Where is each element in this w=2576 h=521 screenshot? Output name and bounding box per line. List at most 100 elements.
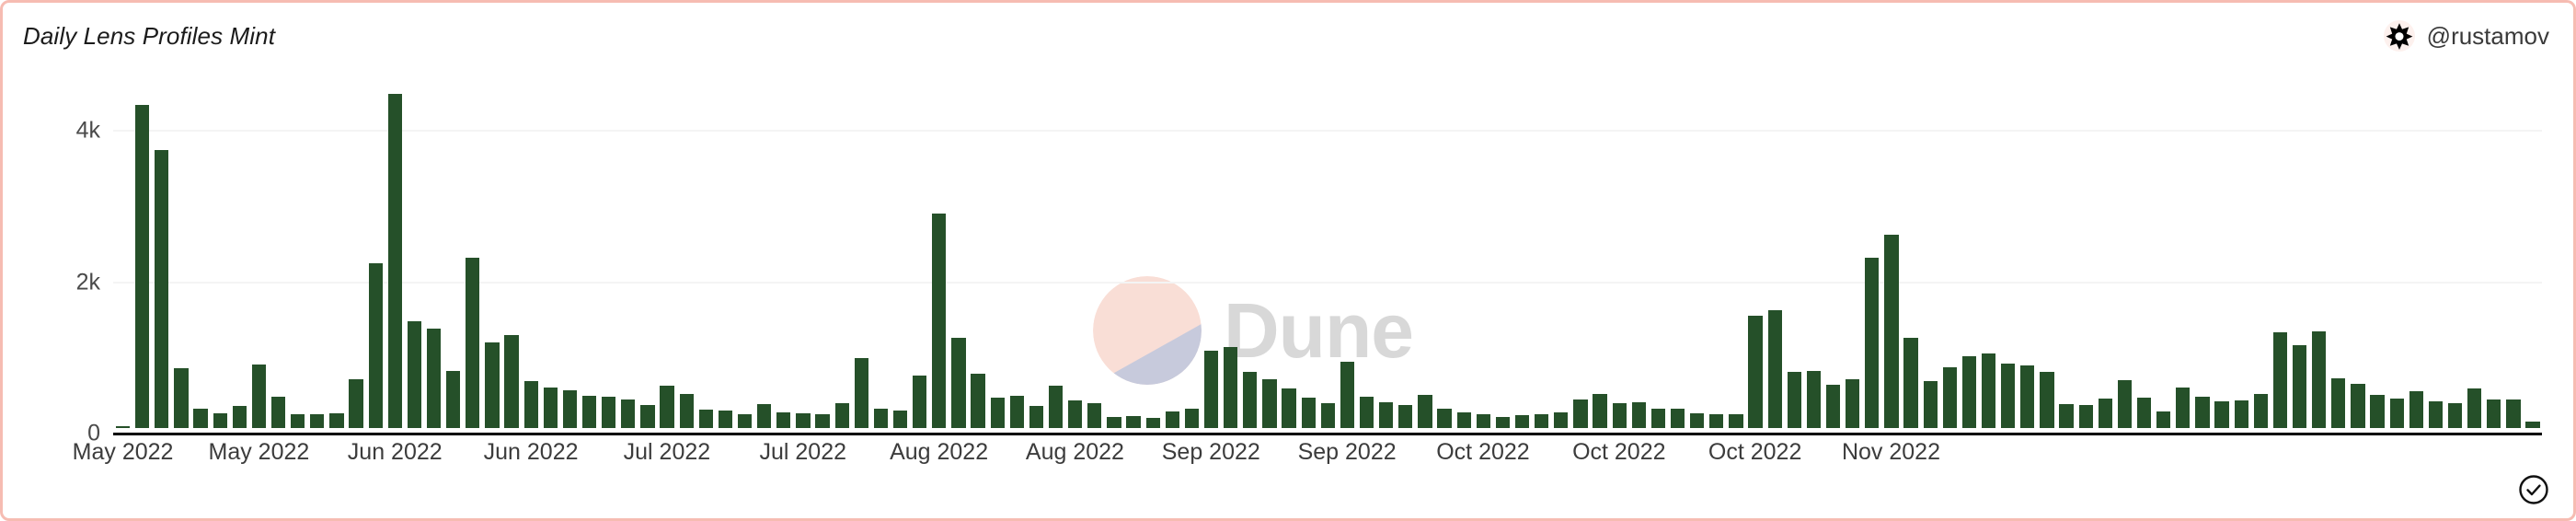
bar-slot[interactable] bbox=[1357, 80, 1376, 428]
bar-slot[interactable] bbox=[2309, 80, 2329, 428]
bar[interactable] bbox=[193, 409, 208, 428]
bar[interactable] bbox=[1942, 367, 1957, 428]
bar[interactable] bbox=[1359, 396, 1374, 428]
bar[interactable] bbox=[932, 214, 947, 428]
bar[interactable] bbox=[368, 262, 383, 428]
bar[interactable] bbox=[1670, 408, 1685, 428]
bar-slot[interactable] bbox=[2251, 80, 2271, 428]
bar[interactable] bbox=[1301, 398, 1316, 428]
bar[interactable] bbox=[2214, 401, 2229, 428]
check-circle-icon[interactable] bbox=[2518, 474, 2549, 505]
bar-slot[interactable] bbox=[1259, 80, 1279, 428]
bar[interactable] bbox=[1903, 338, 1918, 428]
bar-slot[interactable] bbox=[1512, 80, 1532, 428]
bar[interactable] bbox=[737, 414, 753, 428]
bar-slot[interactable] bbox=[327, 80, 346, 428]
bar-slot[interactable] bbox=[1221, 80, 1240, 428]
bar-slot[interactable] bbox=[2173, 80, 2192, 428]
bar[interactable] bbox=[1884, 234, 1899, 428]
bar[interactable] bbox=[466, 258, 480, 428]
bar-slot[interactable] bbox=[1163, 80, 1182, 428]
bar-slot[interactable] bbox=[1823, 80, 1843, 428]
bar[interactable] bbox=[1514, 415, 1530, 428]
bar-slot[interactable] bbox=[716, 80, 735, 428]
bar-slot[interactable] bbox=[1610, 80, 1629, 428]
bar[interactable] bbox=[1379, 402, 1394, 428]
bar-slot[interactable] bbox=[191, 80, 211, 428]
bar-slot[interactable] bbox=[1240, 80, 1259, 428]
bar-slot[interactable] bbox=[2192, 80, 2212, 428]
bar-slot[interactable] bbox=[502, 80, 522, 428]
bar[interactable] bbox=[1767, 309, 1782, 428]
bar[interactable] bbox=[1087, 402, 1102, 428]
bar-slot[interactable] bbox=[910, 80, 929, 428]
bar[interactable] bbox=[1573, 399, 1588, 428]
bar[interactable] bbox=[115, 426, 131, 428]
bar[interactable] bbox=[698, 410, 713, 428]
bar[interactable] bbox=[1981, 353, 1996, 428]
bar[interactable] bbox=[135, 105, 150, 428]
bar-slot[interactable] bbox=[1979, 80, 1998, 428]
bar[interactable] bbox=[270, 396, 286, 428]
bar[interactable] bbox=[971, 373, 985, 428]
bar-slot[interactable] bbox=[696, 80, 716, 428]
bar[interactable] bbox=[2272, 331, 2288, 428]
bar[interactable] bbox=[387, 93, 402, 428]
bar-slot[interactable] bbox=[1202, 80, 1221, 428]
bar-slot[interactable] bbox=[1455, 80, 1474, 428]
bar[interactable] bbox=[291, 414, 305, 428]
bar-slot[interactable] bbox=[2329, 80, 2348, 428]
bar-slot[interactable] bbox=[929, 80, 949, 428]
bar-slot[interactable] bbox=[618, 80, 638, 428]
bar-slot[interactable] bbox=[443, 80, 463, 428]
bar[interactable] bbox=[2001, 364, 2016, 428]
bar[interactable] bbox=[1107, 416, 1121, 428]
bar-slot[interactable] bbox=[1182, 80, 1202, 428]
bar[interactable] bbox=[1535, 414, 1549, 428]
bar-slot[interactable] bbox=[1843, 80, 1862, 428]
bar[interactable] bbox=[2409, 390, 2423, 428]
bar[interactable] bbox=[913, 376, 927, 428]
bar-slot[interactable] bbox=[1707, 80, 1726, 428]
bar[interactable] bbox=[446, 370, 461, 428]
bar-slot[interactable] bbox=[249, 80, 269, 428]
bar[interactable] bbox=[232, 406, 247, 428]
bar[interactable] bbox=[1846, 379, 1860, 428]
bar[interactable] bbox=[1961, 355, 1977, 428]
bar-slot[interactable] bbox=[1668, 80, 1687, 428]
bar-slot[interactable] bbox=[1474, 80, 1493, 428]
bar[interactable] bbox=[1456, 411, 1471, 428]
bar[interactable] bbox=[562, 389, 578, 428]
bar[interactable] bbox=[640, 405, 655, 428]
bar-slot[interactable] bbox=[1396, 80, 1415, 428]
bar-slot[interactable] bbox=[638, 80, 657, 428]
bar[interactable] bbox=[1554, 411, 1569, 428]
bar-slot[interactable] bbox=[1318, 80, 1338, 428]
bar[interactable] bbox=[1923, 381, 1938, 428]
bar-slot[interactable] bbox=[658, 80, 677, 428]
bar-slot[interactable] bbox=[1104, 80, 1123, 428]
bar[interactable] bbox=[796, 412, 811, 428]
bar-slot[interactable] bbox=[852, 80, 871, 428]
bar[interactable] bbox=[2253, 394, 2268, 428]
bar-slot[interactable] bbox=[1726, 80, 1745, 428]
bar-slot[interactable] bbox=[1785, 80, 1804, 428]
bar-slot[interactable] bbox=[2368, 80, 2387, 428]
bar-slot[interactable] bbox=[1940, 80, 1960, 428]
bar-slot[interactable] bbox=[482, 80, 501, 428]
bar-slot[interactable] bbox=[969, 80, 988, 428]
bar[interactable] bbox=[854, 357, 868, 428]
bar-slot[interactable] bbox=[1765, 80, 1785, 428]
bar[interactable] bbox=[2467, 388, 2482, 428]
bar[interactable] bbox=[1631, 402, 1646, 428]
bar-slot[interactable] bbox=[774, 80, 793, 428]
bar-slot[interactable] bbox=[2465, 80, 2484, 428]
bar-slot[interactable] bbox=[793, 80, 812, 428]
bar[interactable] bbox=[1476, 414, 1490, 428]
bar[interactable] bbox=[602, 396, 616, 428]
bar[interactable] bbox=[2098, 398, 2112, 428]
bar[interactable] bbox=[1243, 372, 1258, 428]
bar-slot[interactable] bbox=[1921, 80, 1940, 428]
bar[interactable] bbox=[621, 399, 636, 428]
bar-slot[interactable] bbox=[2232, 80, 2251, 428]
